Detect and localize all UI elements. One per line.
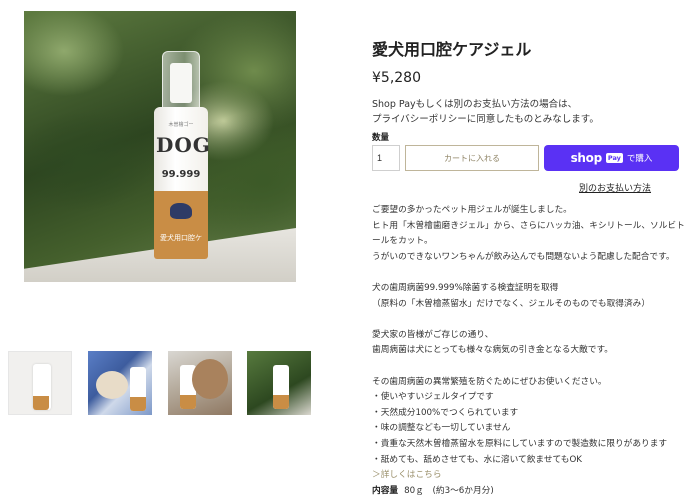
description-line: その歯周病菌の異常繁殖を防ぐためにぜひお使いください。 [372, 376, 607, 387]
more-details-link[interactable]: ＞詳しくはこちら [372, 468, 692, 484]
shop-pay-note-line: プライバシーポリシーに同意したものとみなします。 [372, 114, 599, 125]
thumbnail-4[interactable] [247, 351, 311, 415]
product-description: ご要望の多かったペット用ジェルが誕生しました。 ヒト用「木曽檜歯磨きジェル」から… [372, 203, 692, 498]
shop-pay-pill: Pay [605, 153, 623, 163]
dog-silhouette-icon [170, 203, 192, 219]
thumbnail-strip [8, 351, 312, 415]
feature-bullet: ・天然成分100%でつくられています [372, 407, 519, 418]
capacity-row: 内容量 80ｇ (約3〜6か月分) [372, 484, 692, 498]
thumbnail-bottle [273, 365, 289, 409]
description-line: ールをカット。 [372, 236, 433, 247]
other-payment-link[interactable]: 別のお支払い方法 [579, 181, 651, 194]
bottle-band-text: 愛犬用口腔ケ [160, 234, 202, 242]
main-product-image[interactable]: 木曽檜ゴー DOG 99.999 愛犬用口腔ケ [24, 11, 296, 282]
thumbnail-dog [96, 371, 128, 399]
quantity-input[interactable]: 1 [372, 145, 400, 171]
shop-pay-button[interactable]: shop Pay で購入 [544, 145, 679, 171]
description-line: うがいのできないワンちゃんが飲み込んでも問題ないよう配慮した配合です。 [372, 251, 675, 262]
thumbnail-dog [192, 359, 228, 399]
description-line: ご要望の多かったペット用ジェルが誕生しました。 [372, 205, 572, 215]
bottle-label-top: 木曽檜ゴー [168, 122, 194, 128]
description-line: （原料の「木曽檜蒸留水」だけでなく、ジェルそのものでも取得済み） [372, 298, 650, 309]
add-to-cart-button[interactable]: カートに入れる [405, 145, 539, 171]
bottle-label-brand: DOG [156, 133, 211, 157]
shop-pay-note-line: Shop Payもしくは別のお支払い方法の場合は、 [372, 99, 578, 110]
product-bottle: 木曽檜ゴー DOG 99.999 愛犬用口腔ケ [152, 51, 210, 261]
description-line: 愛犬家の皆様がご存じの通り、 [372, 329, 494, 340]
capacity-value: 80ｇ (約3〜6か月分) [404, 485, 494, 496]
product-title: 愛犬用口腔ケアジェル [372, 40, 532, 59]
feature-bullet: ・使いやすいジェルタイプです [372, 392, 494, 403]
bottle-pump [170, 63, 192, 103]
thumbnail-bottle [33, 364, 51, 410]
shop-pay-suffix: で購入 [626, 154, 653, 164]
thumbnail-bottle [130, 367, 146, 411]
capacity-label: 内容量 [372, 485, 399, 496]
description-line: 歯周病菌は犬にとっても様々な病気の引き金となる大敵です。 [372, 345, 613, 356]
thumbnail-2[interactable] [88, 351, 152, 415]
product-price: ¥5,280 [372, 70, 421, 86]
description-line: 犬の歯周病菌99.999%除菌する検査証明を取得 [372, 282, 559, 293]
shop-pay-logo-icon: shop [570, 151, 603, 165]
shop-pay-note: Shop Payもしくは別のお支払い方法の場合は、 プライバシーポリシーに同意し… [372, 97, 599, 127]
feature-bullet: ・味の調整なども一切していません [372, 423, 511, 434]
description-line: ヒト用「木曽檜歯磨きジェル」から、さらにハッカ油、キシリトール、ソルビト [372, 220, 685, 231]
feature-bullet: ・舐めても、舐めさせても、水に溶いて飲ませてもOK [372, 454, 582, 465]
bottle-label-percent: 99.999 [161, 169, 201, 180]
quantity-label: 数量 [372, 133, 390, 143]
bottle-band [154, 191, 208, 259]
thumbnail-3[interactable] [168, 351, 232, 415]
thumbnail-1[interactable] [8, 351, 72, 415]
feature-bullet: ・貴重な天然木曽檜蒸留水を原料にしていますので製造数に限りがあります [372, 438, 668, 449]
